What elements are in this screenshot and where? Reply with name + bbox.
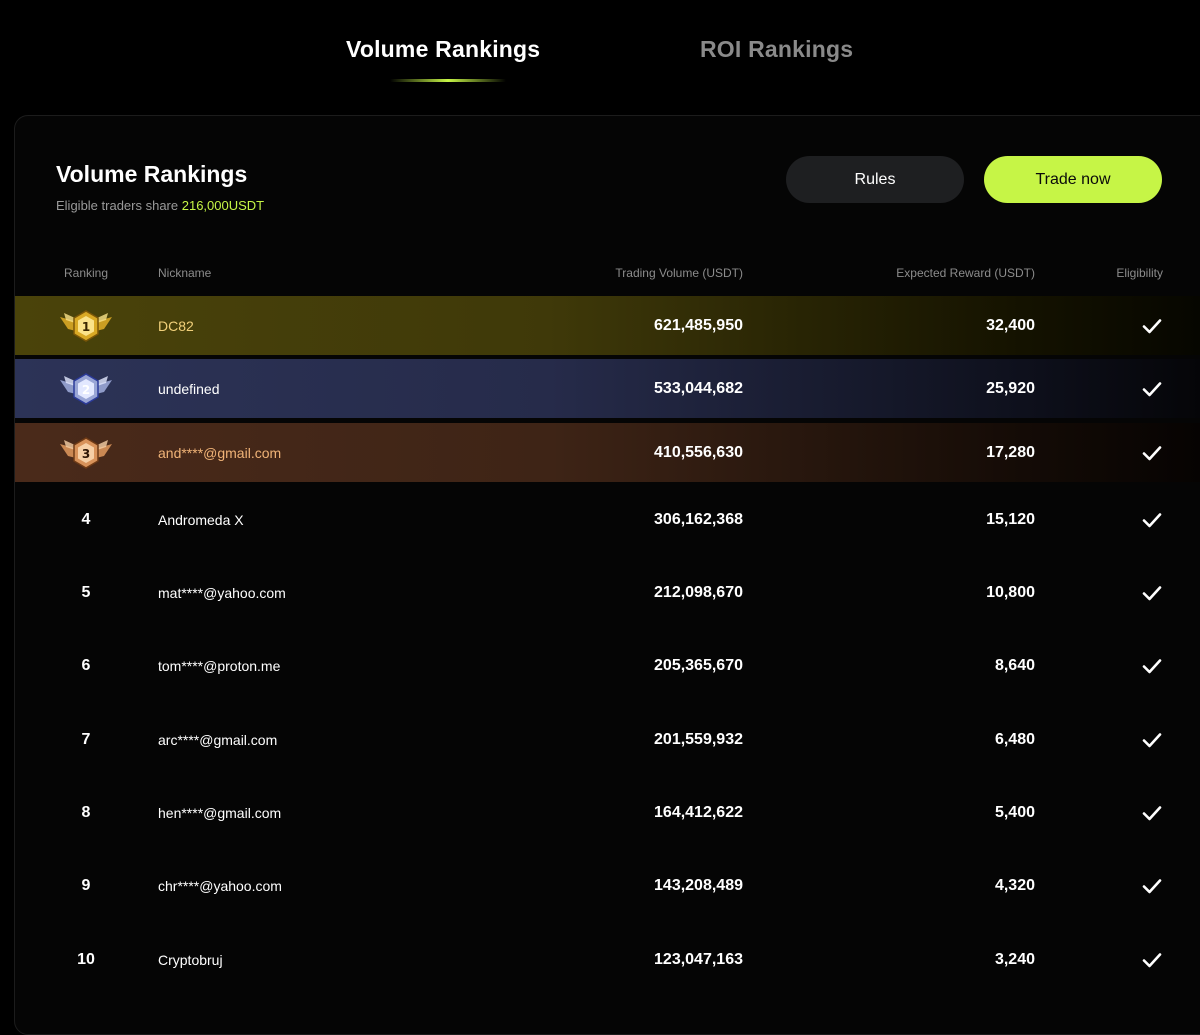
column-header-ranking: Ranking xyxy=(64,266,109,280)
nickname: Andromeda X xyxy=(158,511,244,528)
expected-reward: 25,920 xyxy=(986,379,1035,397)
rankings-panel: Volume Rankings Eligible traders share 2… xyxy=(14,115,1200,1035)
nickname: Cryptobruj xyxy=(158,951,223,968)
table-row: 10 Cryptobruj 123,047,163 3,240 xyxy=(15,930,1200,989)
trading-volume: 201,559,932 xyxy=(654,730,743,748)
nickname: DC82 xyxy=(158,317,194,334)
trading-volume: 123,047,163 xyxy=(654,950,743,968)
column-header-eligibility: Eligibility xyxy=(1116,266,1163,280)
rules-button[interactable]: Rules xyxy=(786,156,964,203)
rank-number: 4 xyxy=(81,510,91,528)
expected-reward: 4,320 xyxy=(994,876,1035,894)
nickname: chr****@yahoo.com xyxy=(158,877,282,894)
check-icon xyxy=(1141,636,1163,695)
nickname: tom****@proton.me xyxy=(158,657,281,674)
ranking-tabs: Volume Rankings ROI Rankings xyxy=(0,0,1200,100)
expected-reward: 3,240 xyxy=(994,950,1035,968)
trading-volume: 164,412,622 xyxy=(654,803,743,821)
check-icon xyxy=(1141,359,1163,418)
tab-volume-rankings[interactable]: Volume Rankings xyxy=(346,36,540,63)
bronze-medal-icon: 3 xyxy=(56,423,116,482)
trading-volume: 621,485,950 xyxy=(654,316,743,334)
expected-reward: 6,480 xyxy=(994,730,1035,748)
table-row: 8 hen****@gmail.com 164,412,622 5,400 xyxy=(15,783,1200,842)
nickname: mat****@yahoo.com xyxy=(158,584,286,601)
subtitle-prefix: Eligible traders share xyxy=(56,198,182,213)
check-icon xyxy=(1141,856,1163,915)
nickname: hen****@gmail.com xyxy=(158,804,282,821)
expected-reward: 8,640 xyxy=(994,656,1035,674)
table-row: 6 tom****@proton.me 205,365,670 8,640 xyxy=(15,636,1200,695)
table-row: 9 chr****@yahoo.com 143,208,489 4,320 xyxy=(15,856,1200,915)
nickname: undefined xyxy=(158,380,220,397)
check-icon xyxy=(1141,296,1163,355)
table-row: 5 mat****@yahoo.com 212,098,670 10,800 xyxy=(15,563,1200,622)
rank-number: 8 xyxy=(81,803,91,821)
table-row: 3 and****@gmail.com 410,556,630 17,280 xyxy=(15,423,1200,482)
table-row: 7 arc****@gmail.com 201,559,932 6,480 xyxy=(15,710,1200,769)
rank-number: 5 xyxy=(81,583,91,601)
trading-volume: 143,208,489 xyxy=(654,876,743,894)
trading-volume: 306,162,368 xyxy=(654,510,743,528)
svg-text:3: 3 xyxy=(82,447,90,461)
rank-number: 6 xyxy=(81,656,91,674)
column-header-volume: Trading Volume (USDT) xyxy=(615,266,743,280)
table-row: 2 undefined 533,044,682 25,920 xyxy=(15,359,1200,418)
check-icon xyxy=(1141,563,1163,622)
expected-reward: 10,800 xyxy=(986,583,1035,601)
expected-reward: 15,120 xyxy=(986,510,1035,528)
table-row: 1 DC82 621,485,950 32,400 xyxy=(15,296,1200,355)
check-icon xyxy=(1141,423,1163,482)
check-icon xyxy=(1141,490,1163,549)
check-icon xyxy=(1141,783,1163,842)
nickname: arc****@gmail.com xyxy=(158,731,278,748)
column-header-nickname: Nickname xyxy=(158,266,212,280)
check-icon xyxy=(1141,710,1163,769)
trade-now-button[interactable]: Trade now xyxy=(984,156,1162,203)
svg-text:2: 2 xyxy=(82,383,90,397)
table-row: 4 Andromeda X 306,162,368 15,120 xyxy=(15,490,1200,549)
table-header: Ranking Nickname Trading Volume (USDT) E… xyxy=(15,266,1200,286)
trading-volume: 533,044,682 xyxy=(654,379,743,397)
rank-number: 7 xyxy=(81,730,91,748)
svg-text:1: 1 xyxy=(82,320,90,334)
rank-number: 9 xyxy=(81,876,91,894)
trading-volume: 212,098,670 xyxy=(654,583,743,601)
panel-subtitle: Eligible traders share 216,000USDT xyxy=(56,198,264,213)
expected-reward: 32,400 xyxy=(986,316,1035,334)
trading-volume: 410,556,630 xyxy=(654,443,743,461)
tab-roi-rankings[interactable]: ROI Rankings xyxy=(700,36,853,63)
trading-volume: 205,365,670 xyxy=(654,656,743,674)
check-icon xyxy=(1141,930,1163,989)
prize-pool-amount: 216,000USDT xyxy=(181,198,265,213)
rank-number: 10 xyxy=(77,950,95,968)
panel-title: Volume Rankings xyxy=(56,161,248,187)
active-tab-indicator xyxy=(390,79,506,82)
expected-reward: 17,280 xyxy=(986,443,1035,461)
nickname: and****@gmail.com xyxy=(158,444,282,461)
column-header-reward: Expected Reward (USDT) xyxy=(896,266,1035,280)
gold-medal-icon: 1 xyxy=(56,296,116,355)
silver-medal-icon: 2 xyxy=(56,359,116,418)
expected-reward: 5,400 xyxy=(994,803,1035,821)
